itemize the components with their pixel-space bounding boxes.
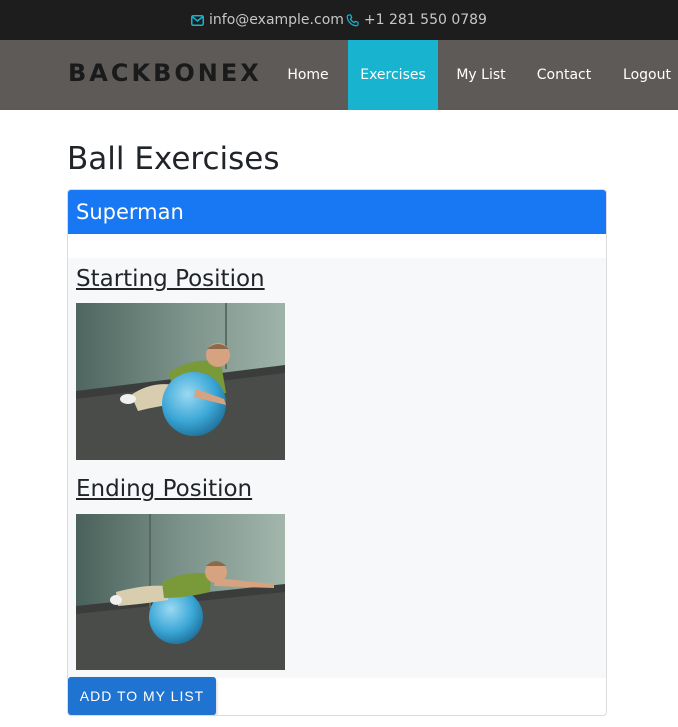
email-text: info@example.com: [209, 12, 344, 28]
starting-position-heading: Starting Position: [76, 266, 265, 292]
nav-home[interactable]: Home: [270, 40, 346, 110]
exercise-card: Superman Starting Position Ending Positi…: [67, 189, 607, 716]
exercise-name: Superman: [68, 190, 606, 234]
nav-my-list[interactable]: My List: [440, 40, 522, 110]
brand-logo[interactable]: BACKBONEX: [68, 59, 262, 87]
ending-position-heading: Ending Position: [76, 476, 253, 502]
phone-contact[interactable]: +1 281 550 0789: [346, 12, 487, 28]
nav-logout[interactable]: Logout: [612, 40, 678, 110]
nav-exercises[interactable]: Exercises: [348, 40, 438, 110]
main-navbar: BACKBONEX Home Exercises My List Contact…: [0, 40, 678, 110]
exercise-body: Starting Position Ending Position: [68, 258, 606, 678]
nav-contact[interactable]: Contact: [524, 40, 604, 110]
page-title: Ball Exercises: [67, 141, 280, 177]
phone-text: +1 281 550 0789: [363, 12, 487, 28]
starting-position-photo: [76, 303, 285, 460]
contact-bar: info@example.com +1 281 550 0789: [0, 0, 678, 40]
envelope-icon: [191, 14, 205, 26]
phone-icon: [346, 13, 359, 26]
ending-position-photo: [76, 514, 285, 670]
email-contact[interactable]: info@example.com: [191, 12, 344, 28]
add-to-my-list-button[interactable]: ADD TO MY LIST: [68, 677, 216, 715]
